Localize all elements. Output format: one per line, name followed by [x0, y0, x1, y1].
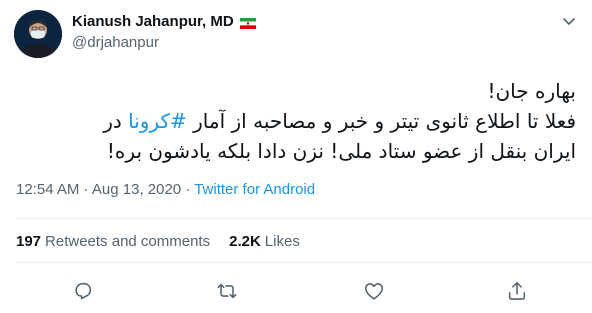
reply-icon	[75, 282, 92, 300]
tweet-line-2: فعلا تا اطلاع ثانوی تیتر و خبر و مصاحبه …	[16, 106, 576, 136]
avatar[interactable]	[14, 10, 62, 58]
author-name-row[interactable]: Kianush Jahanpur, MD	[72, 13, 256, 30]
likes-label: Likes	[264, 233, 300, 250]
tweet-card: Kianush Jahanpur, MD @drjahanpur بهاره ج…	[0, 0, 592, 313]
likes-stat[interactable]: 2.2K Likes	[229, 233, 300, 250]
share-icon	[508, 281, 526, 300]
retweet-icon	[217, 283, 237, 299]
likes-count: 2.2K	[229, 233, 261, 250]
meta-separator-2: ·	[181, 181, 195, 198]
tweet-date[interactable]: Aug 13, 2020	[92, 181, 181, 198]
iran-flag-icon	[239, 16, 256, 29]
retweet-button[interactable]	[214, 278, 240, 304]
author-handle[interactable]: @drjahanpur	[72, 34, 159, 51]
meta-separator: ·	[79, 181, 92, 198]
tweet-line-2-end: در	[103, 109, 129, 133]
tweet-time[interactable]: 12:54 AM	[16, 181, 79, 198]
tweet-meta: 12:54 AM · Aug 13, 2020 · Twitter for An…	[16, 181, 315, 198]
share-button[interactable]	[504, 278, 530, 304]
tweet-stats: 197 Retweets and comments 2.2K Likes	[16, 233, 300, 250]
retweets-count: 197	[16, 233, 42, 250]
author-display-name[interactable]: Kianush Jahanpur, MD	[72, 13, 234, 30]
divider	[16, 218, 592, 219]
tweet-line-1: بهاره جان!	[487, 79, 576, 103]
like-button[interactable]	[361, 278, 387, 304]
tweet-source-link[interactable]: Twitter for Android	[194, 181, 315, 198]
tweet-actions	[0, 274, 592, 308]
retweets-stat[interactable]: 197 Retweets and comments	[16, 233, 210, 250]
tweet-line-3: ایران بنقل از عضو ستاد ملی! نزن دادا بلک…	[106, 139, 576, 163]
avatar-photo	[14, 10, 62, 58]
tweet-line-2-start: فعلا تا اطلاع ثانوی تیتر و خبر و مصاحبه …	[186, 109, 576, 133]
more-options-button[interactable]	[558, 10, 580, 32]
tweet-text: بهاره جان! فعلا تا اطلاع ثانوی تیتر و خب…	[16, 76, 576, 166]
hashtag-link[interactable]: #کرونا	[128, 109, 187, 133]
chevron-down-icon	[563, 18, 575, 25]
heart-icon	[364, 283, 384, 300]
divider	[16, 262, 592, 263]
retweets-label: Retweets and comments	[45, 233, 211, 250]
reply-button[interactable]	[70, 278, 96, 304]
